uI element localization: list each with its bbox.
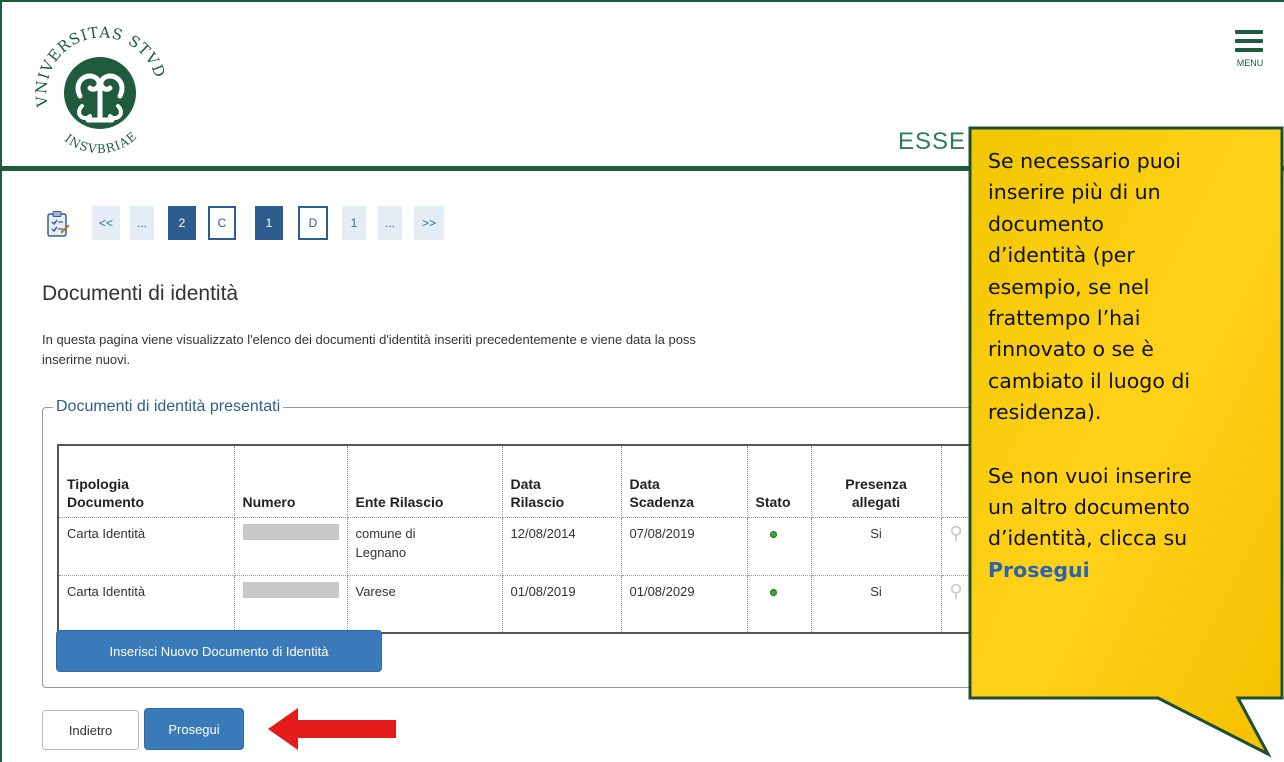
pager-step[interactable]: D	[298, 206, 328, 240]
status-dot-icon	[769, 530, 777, 538]
cell-tipologia: Carta Identità	[57, 516, 235, 576]
cell-rilascio: 12/08/2014	[501, 516, 622, 576]
callout-line: documento	[988, 211, 1104, 236]
column-header-ente[interactable]: Ente Rilascio	[346, 444, 503, 518]
callout-spacer	[988, 429, 1284, 461]
add-document-button[interactable]: Inserisci Nuovo Documento di Identità	[56, 630, 382, 672]
pager-ellipsis[interactable]: ...	[378, 206, 402, 240]
header-text: Documento	[67, 493, 144, 510]
action-link-icon[interactable]: ⚲	[950, 523, 963, 543]
cell-numero	[233, 516, 348, 576]
university-logo[interactable]: VNIVERSITAS STVDIORVM INSVBRIAE	[28, 18, 173, 163]
cell-scadenza: 01/08/2029	[620, 574, 748, 634]
pager-step-current[interactable]: 1	[255, 206, 283, 240]
header-text: Scadenza	[629, 493, 695, 510]
column-header-scadenza[interactable]: Data Scadenza	[620, 444, 748, 518]
header-text: Data	[629, 475, 660, 492]
pager-first[interactable]: <<	[92, 206, 120, 240]
cell-stato	[746, 516, 812, 576]
intro-text: In questa pagina viene visualizzato l'el…	[42, 330, 982, 370]
hamburger-icon	[1235, 30, 1263, 34]
header-text: allegati	[851, 493, 901, 510]
intro-line: inserirne nuovi.	[42, 352, 131, 367]
callout-line: frattempo l’hai	[988, 306, 1141, 331]
header-text: Data	[510, 475, 541, 492]
pager-step[interactable]: 1	[342, 206, 366, 240]
cell-rilascio: 01/08/2019	[501, 574, 622, 634]
callout-line: residenza).	[988, 400, 1102, 425]
checklist-icon	[47, 211, 70, 237]
red-arrow-icon	[268, 708, 396, 750]
cell-stato	[746, 574, 812, 634]
header-text: Rilascio	[510, 493, 565, 510]
callout-line: rinnovato o se è	[988, 337, 1154, 362]
callout-line: Se non vuoi inserire	[988, 463, 1192, 488]
callout-line: inserire più di un	[988, 180, 1161, 205]
callout-line: cambiato il luogo di	[988, 368, 1191, 393]
ente-line: Varese	[355, 583, 396, 599]
menu-label: MENU	[1236, 58, 1264, 68]
column-header-tipologia[interactable]: Tipologia Documento	[57, 444, 235, 518]
callout-highlight: Prosegui	[988, 557, 1090, 582]
section-title: ESSE	[898, 128, 967, 155]
cell-allegati: Si	[810, 516, 942, 576]
pager-step[interactable]: 2	[168, 206, 196, 240]
cell-scadenza: 07/08/2019	[620, 516, 748, 576]
callout-line: d’identità (per	[988, 243, 1135, 268]
column-header-stato[interactable]: Stato	[746, 444, 812, 518]
column-header-rilascio[interactable]: Data Rilascio	[501, 444, 622, 518]
pager-step[interactable]: C	[208, 206, 236, 240]
redacted-number	[242, 523, 339, 540]
callout-line: un altro documento	[988, 495, 1190, 520]
redacted-number	[242, 581, 339, 598]
callout-text: Se necessario puoi inserire più di un do…	[988, 146, 1284, 586]
callout-line: esempio, se nel	[988, 274, 1150, 299]
fieldset-legend: Documenti di identità presentati	[56, 398, 281, 415]
hamburger-icon-bar	[1235, 48, 1263, 52]
cell-tipologia: Carta Identità	[57, 574, 235, 634]
column-header-numero[interactable]: Numero	[233, 444, 348, 518]
back-button[interactable]: Indietro	[42, 710, 139, 750]
cell-ente: Varese	[346, 574, 503, 634]
status-dot-icon	[769, 588, 777, 596]
ente-line: comune di	[355, 525, 416, 541]
documents-table: Tipologia Documento Numero Ente Rilascio …	[57, 444, 992, 634]
cell-allegati: Si	[810, 574, 942, 634]
action-link-icon[interactable]: ⚲	[950, 581, 963, 601]
hamburger-icon-bar	[1235, 39, 1263, 43]
table-row: Carta Identità Varese 01/08/2019 01/08/2…	[57, 574, 992, 634]
cell-numero	[233, 574, 348, 634]
header-text: Presenza	[845, 475, 907, 492]
ente-line: Legnano	[355, 544, 407, 560]
pager-ellipsis[interactable]: ...	[130, 206, 154, 240]
callout-line: Se necessario puoi	[988, 149, 1181, 173]
next-button[interactable]: Prosegui	[144, 708, 244, 750]
callout-line: d’identità, clicca su	[988, 526, 1188, 551]
menu-button[interactable]: MENU	[1228, 30, 1272, 70]
column-header-allegati[interactable]: Presenza allegati	[810, 444, 942, 518]
pager-last[interactable]: >>	[414, 206, 444, 240]
cell-ente: comune di Legnano	[346, 516, 503, 576]
header-text: Tipologia	[67, 475, 129, 492]
intro-line: In questa pagina viene visualizzato l'el…	[42, 332, 696, 347]
table-row: Carta Identità comune di Legnano 12/08/20…	[57, 516, 992, 576]
page-title: Documenti di identità	[42, 282, 239, 305]
